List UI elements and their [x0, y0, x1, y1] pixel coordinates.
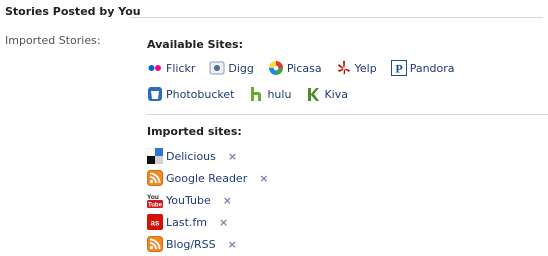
site-flickr[interactable]: Flickr: [147, 60, 195, 76]
imported-site-lastfm: as Last.fm ×: [147, 211, 268, 233]
site-digg[interactable]: Digg: [209, 60, 254, 76]
hulu-icon: [248, 86, 264, 102]
site-label: Flickr: [166, 61, 196, 75]
section-header: Stories Posted by You: [3, 5, 543, 19]
imported-site-label[interactable]: Last.fm: [166, 216, 207, 229]
site-pandora[interactable]: P Pandora: [390, 60, 455, 76]
youtube-icon: You Tube: [147, 192, 163, 208]
flickr-icon: [147, 60, 163, 76]
site-label: Photobucket: [166, 87, 235, 101]
photobucket-icon: [147, 86, 163, 102]
site-label: Pandora: [409, 61, 455, 75]
imported-sites-list: Delicious × Google Reader × You Tube YouT…: [147, 145, 268, 255]
site-label: Kiva: [324, 87, 348, 101]
svg-text:Tube: Tube: [148, 203, 163, 209]
site-hulu[interactable]: hulu: [248, 86, 291, 102]
imported-sites-title: Imported sites:: [147, 125, 242, 138]
rss-icon: [147, 170, 163, 186]
digg-icon: [209, 60, 225, 76]
section-title: Stories Posted by You: [5, 5, 141, 18]
yelp-icon: [336, 60, 352, 76]
available-sites-row-1: Flickr Digg Picasa Yelp P Pandora: [147, 58, 469, 78]
svg-text:You: You: [147, 194, 159, 201]
picasa-icon: [268, 60, 284, 76]
site-label: Picasa: [286, 61, 322, 75]
remove-button[interactable]: ×: [219, 216, 228, 229]
site-yelp[interactable]: Yelp: [336, 60, 377, 76]
remove-button[interactable]: ×: [223, 194, 232, 207]
available-sites-title: Available Sites:: [147, 38, 243, 51]
site-kiva[interactable]: Kiva: [305, 86, 348, 102]
rss-icon: [147, 236, 163, 252]
remove-button[interactable]: ×: [259, 172, 268, 185]
imported-site-delicious: Delicious ×: [147, 145, 268, 167]
imported-site-blog-rss: Blog/RSS ×: [147, 233, 268, 255]
svg-text:P: P: [395, 62, 402, 76]
lastfm-icon: as: [147, 214, 163, 230]
kiva-icon: [305, 86, 321, 102]
header-divider: [130, 17, 543, 18]
pandora-icon: P: [390, 60, 407, 76]
available-sites-row-2: Photobucket hulu Kiva: [147, 84, 362, 104]
site-label: hulu: [267, 87, 292, 101]
imported-site-label[interactable]: Delicious: [166, 150, 216, 163]
imported-stories-label: Imported Stories:: [5, 34, 101, 47]
section-divider: [147, 114, 548, 115]
delicious-icon: [147, 148, 163, 164]
site-photobucket[interactable]: Photobucket: [147, 86, 234, 102]
remove-button[interactable]: ×: [228, 150, 237, 163]
site-picasa[interactable]: Picasa: [268, 60, 322, 76]
imported-site-label[interactable]: YouTube: [166, 194, 211, 207]
imported-site-label[interactable]: Google Reader: [166, 172, 247, 185]
imported-site-label[interactable]: Blog/RSS: [166, 238, 216, 251]
remove-button[interactable]: ×: [228, 238, 237, 251]
site-label: Yelp: [354, 61, 377, 75]
svg-text:as: as: [151, 219, 160, 228]
imported-site-youtube: You Tube YouTube ×: [147, 189, 268, 211]
imported-site-google-reader: Google Reader ×: [147, 167, 268, 189]
site-label: Digg: [228, 61, 254, 75]
